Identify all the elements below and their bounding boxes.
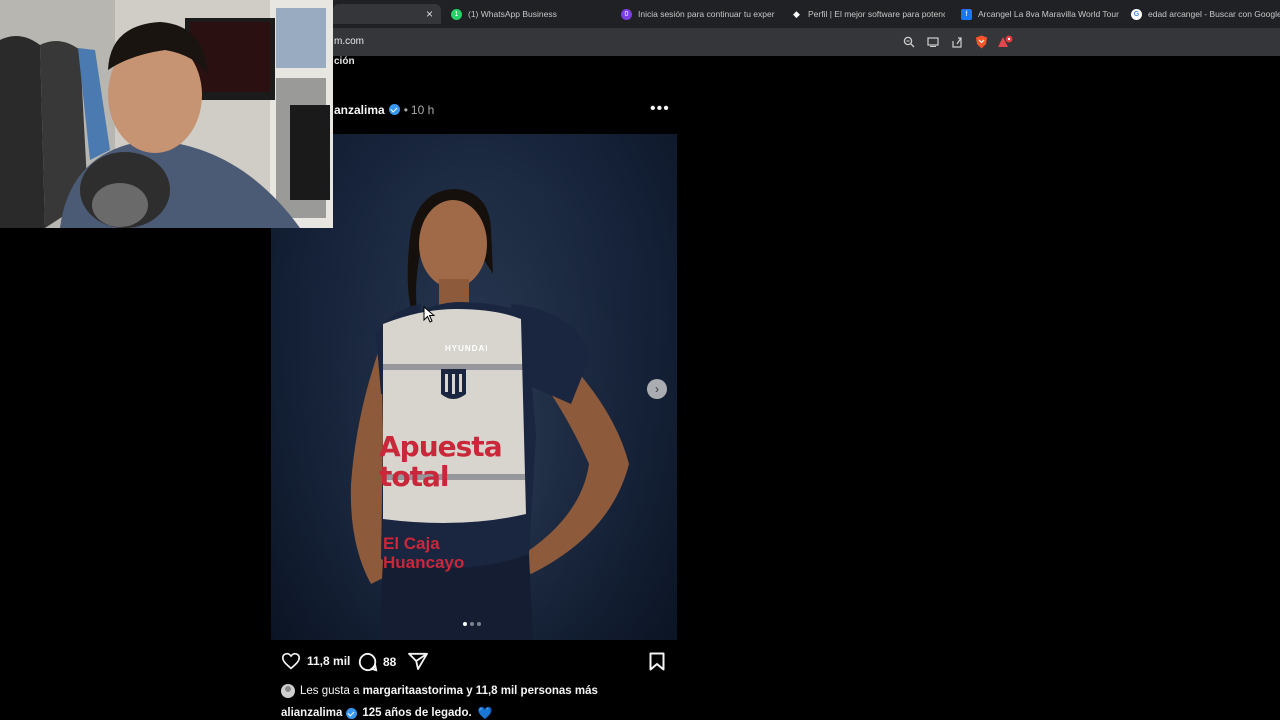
diamond-icon: ◆ bbox=[793, 8, 800, 19]
verified-badge-icon bbox=[388, 104, 400, 115]
liked-by-prefix: Les gusta a bbox=[300, 685, 363, 697]
carousel-indicator bbox=[463, 622, 481, 626]
verified-badge-icon bbox=[346, 707, 358, 719]
site-favicon-icon: 0 bbox=[621, 8, 632, 20]
post-time[interactable]: 10 h bbox=[411, 103, 434, 117]
post-caption: alianzalima 125 años de legado. 💙 bbox=[281, 706, 493, 720]
jersey-sponsor-main: Apuesta total bbox=[379, 430, 503, 493]
webcam-feed-illustration bbox=[0, 0, 333, 228]
comment-count: 88 bbox=[383, 655, 397, 669]
carousel-dot bbox=[477, 622, 481, 626]
breadcrumb: ción bbox=[334, 56, 355, 67]
more-options-icon[interactable]: ••• bbox=[650, 100, 670, 118]
facebook-icon: f bbox=[961, 8, 972, 20]
whatsapp-icon: 1 bbox=[451, 8, 462, 20]
tab-label: edad arcangel - Buscar con Google bbox=[1148, 9, 1280, 19]
avatar[interactable] bbox=[281, 684, 295, 698]
liked-by-suffix[interactable]: y 11,8 mil personas más bbox=[463, 685, 598, 697]
share-post-button[interactable] bbox=[408, 652, 428, 670]
share-icon[interactable] bbox=[949, 34, 965, 50]
jersey-sponsor-secondary: El Caja Huancayo bbox=[383, 534, 465, 572]
tab-label: Perfil | El mejor software para potenc bbox=[808, 9, 945, 19]
tab-login[interactable]: 0 Inicia sesión para continuar tu experi bbox=[621, 4, 775, 24]
chevron-right-icon: › bbox=[655, 382, 659, 396]
post-header: anzalima • 10 h bbox=[334, 103, 434, 117]
like-button[interactable]: 11,8 mil bbox=[281, 652, 350, 670]
tab-perfil[interactable]: ◆ Perfil | El mejor software para potenc bbox=[791, 4, 945, 24]
carousel-dot bbox=[463, 622, 467, 626]
tab-label: (1) WhatsApp Business bbox=[468, 9, 557, 19]
separator-dot: • bbox=[403, 103, 408, 117]
jersey-brand: HYUNDAI bbox=[445, 344, 489, 353]
close-tab-icon[interactable]: × bbox=[426, 7, 433, 21]
post-username[interactable]: anzalima bbox=[334, 103, 385, 117]
liked-by-user[interactable]: margaritaastorima bbox=[363, 685, 463, 697]
comment-icon bbox=[358, 652, 378, 672]
blue-heart-icon: 💙 bbox=[477, 706, 493, 720]
paper-plane-icon bbox=[408, 652, 428, 670]
carousel-next-button[interactable]: › bbox=[647, 379, 667, 399]
google-icon: G bbox=[1131, 8, 1142, 20]
caption-username[interactable]: alianzalima bbox=[281, 707, 342, 719]
heart-icon bbox=[281, 652, 301, 670]
webcam-overlay bbox=[0, 0, 333, 228]
comment-button[interactable]: 88 bbox=[358, 652, 396, 672]
brave-shield-icon[interactable] bbox=[973, 34, 989, 50]
tab-facebook[interactable]: f Arcangel La 8va Maravilla World Tour bbox=[961, 4, 1121, 24]
bookmark-icon bbox=[649, 652, 665, 671]
tab-google[interactable]: G edad arcangel - Buscar con Google bbox=[1131, 4, 1280, 24]
liked-by: Les gusta a margaritaastorima y 11,8 mil… bbox=[281, 684, 598, 698]
url-text[interactable]: m.com bbox=[334, 36, 364, 47]
save-button[interactable] bbox=[649, 652, 665, 671]
like-count[interactable]: 11,8 mil bbox=[307, 654, 350, 668]
tab-label: Inicia sesión para continuar tu experi bbox=[638, 9, 775, 19]
mouse-cursor-icon bbox=[423, 306, 435, 323]
post-actions: 11,8 mil 88 bbox=[281, 652, 667, 674]
zoom-icon[interactable] bbox=[901, 34, 917, 50]
carousel-dot bbox=[470, 622, 474, 626]
tab-label: Arcangel La 8va Maravilla World Tour bbox=[978, 9, 1119, 19]
tab-active[interactable]: × bbox=[333, 4, 441, 24]
brave-rewards-icon[interactable] bbox=[997, 34, 1013, 50]
caption-text: 125 años de legado. bbox=[362, 707, 472, 719]
cast-icon[interactable] bbox=[925, 34, 941, 50]
tab-whatsapp[interactable]: 1 (1) WhatsApp Business bbox=[451, 4, 611, 24]
